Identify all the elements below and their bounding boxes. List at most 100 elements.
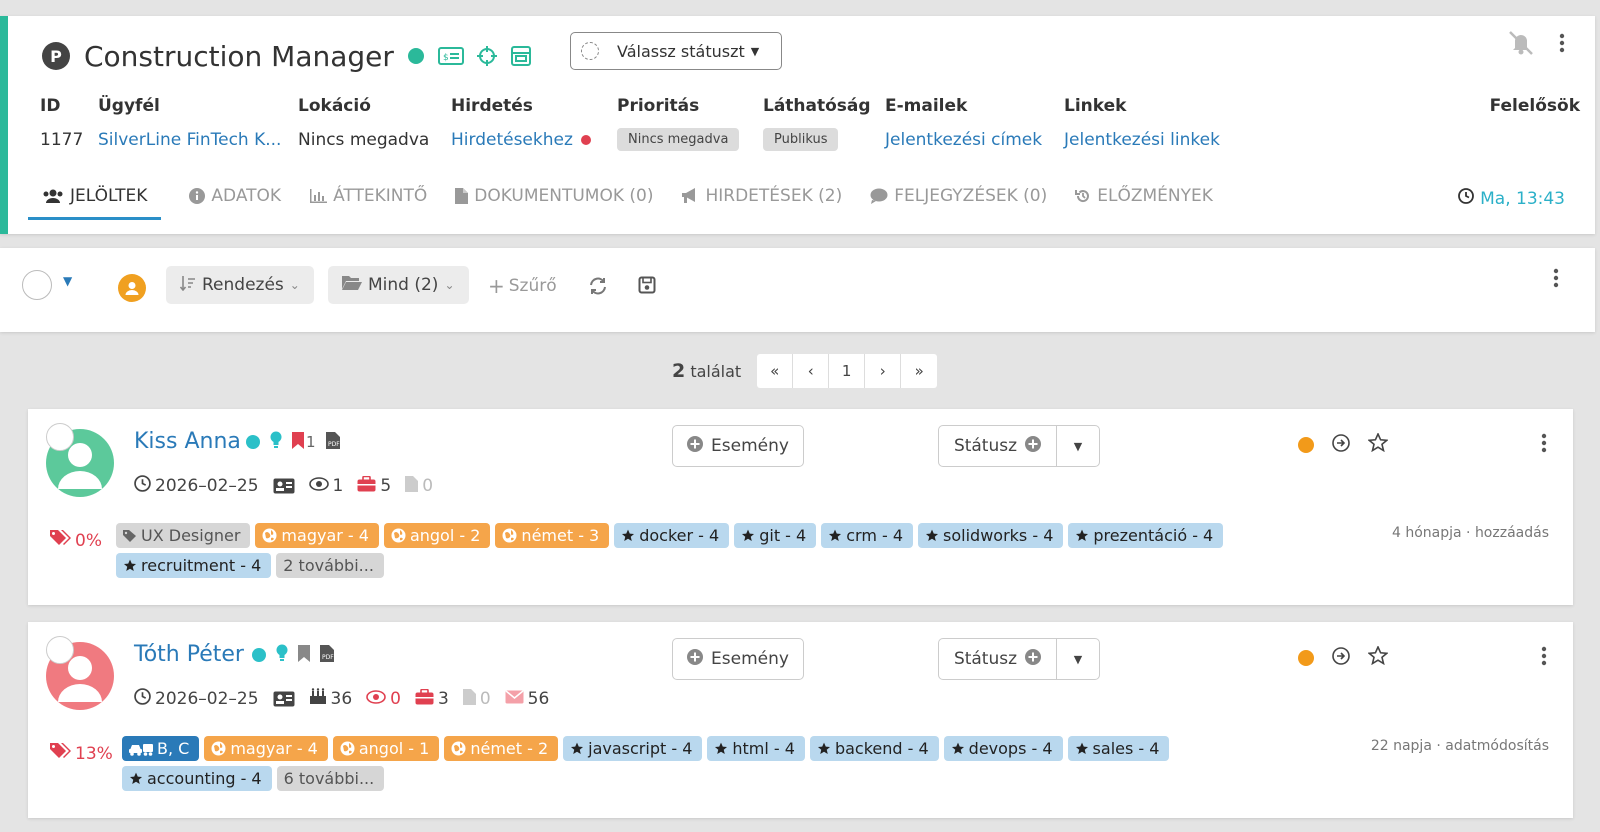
- status-dropdown-caret-icon[interactable]: ▼: [1057, 639, 1099, 679]
- project-badge: P: [42, 42, 70, 70]
- pdf-icon[interactable]: PDF: [320, 644, 334, 666]
- skill-tag[interactable]: B, C: [122, 736, 200, 761]
- skill-tag[interactable]: sales - 4: [1067, 736, 1170, 761]
- sort-button[interactable]: Rendezés ⌄: [166, 266, 314, 304]
- star-icon: [828, 529, 842, 542]
- crosshair-icon[interactable]: [476, 45, 498, 67]
- visibility-pill[interactable]: Publikus: [763, 128, 839, 151]
- tab-history[interactable]: ELŐZMÉNYEK: [1075, 176, 1213, 216]
- plus-icon: +: [488, 274, 505, 298]
- skill-tag[interactable]: html - 4: [707, 736, 805, 761]
- candidate-name[interactable]: Kiss Anna: [134, 429, 241, 454]
- toolbar-more-icon[interactable]: [1553, 268, 1559, 292]
- job-header-card: P Construction Manager $ Válassz státusz…: [0, 16, 1595, 234]
- refresh-button[interactable]: [588, 276, 608, 301]
- candidate-name[interactable]: Tóth Péter: [134, 642, 244, 667]
- priority-dot[interactable]: [1298, 649, 1314, 666]
- last-page-button[interactable]: »: [901, 354, 937, 388]
- add-filter-button[interactable]: + Szűrő: [488, 274, 557, 298]
- priority-dot[interactable]: [1298, 436, 1314, 453]
- info-location: Lokáció Nincs megadva: [298, 96, 430, 150]
- star-outline-icon[interactable]: [1367, 645, 1389, 669]
- skill-tag[interactable]: devops - 4: [943, 736, 1063, 761]
- status-dropdown-caret-icon[interactable]: ▼: [1057, 426, 1099, 466]
- skill-tag[interactable]: magyar - 4: [255, 523, 379, 548]
- form-icon[interactable]: [510, 45, 532, 67]
- more-vertical-icon[interactable]: [1559, 33, 1565, 57]
- tab-candidates[interactable]: JELÖLTEK: [28, 176, 162, 220]
- globe-icon: [340, 741, 355, 756]
- arrow-right-circle-icon[interactable]: [1332, 433, 1350, 456]
- arrow-right-circle-icon[interactable]: [1332, 646, 1350, 669]
- skill-tag[interactable]: UX Designer: [116, 523, 251, 548]
- lightbulb-icon[interactable]: [276, 644, 288, 666]
- skill-tag[interactable]: 6 további...: [276, 766, 385, 791]
- skill-tag[interactable]: angol - 1: [332, 736, 440, 761]
- tab-overview[interactable]: ÁTTEKINTŐ: [309, 176, 427, 216]
- globe-icon: [391, 528, 406, 543]
- salary-card-icon[interactable]: $: [437, 46, 464, 66]
- skill-tag[interactable]: német - 3: [495, 523, 610, 548]
- bell-slash-icon[interactable]: [1507, 30, 1535, 60]
- tab-notes[interactable]: FELJEGYZÉSEK (0): [870, 176, 1047, 216]
- status-button[interactable]: Státusz: [939, 639, 1057, 679]
- flag-count[interactable]: 1: [292, 431, 316, 453]
- id-card-icon[interactable]: [273, 691, 295, 707]
- status-select[interactable]: Válassz státuszt ▼: [570, 32, 782, 70]
- candidate-select-checkbox[interactable]: [46, 636, 74, 664]
- select-all-checkbox[interactable]: [22, 270, 52, 300]
- refresh-icon: [588, 276, 608, 301]
- skill-tag[interactable]: magyar - 4: [204, 736, 328, 761]
- add-event-button[interactable]: Esemény: [672, 638, 804, 680]
- folder-filter-button[interactable]: Mind (2) ⌄: [328, 266, 469, 304]
- skill-tag[interactable]: német - 2: [444, 736, 559, 761]
- skill-tag[interactable]: git - 4: [734, 523, 817, 548]
- plus-circle-icon: [1025, 648, 1042, 670]
- info-id: ID 1177: [40, 96, 84, 150]
- id-card-icon[interactable]: [273, 478, 295, 494]
- next-page-button[interactable]: ›: [865, 354, 902, 388]
- skill-tag-label: 2 további...: [283, 556, 374, 575]
- candidate-timestamp: 22 napja · adatmódosítás: [1370, 738, 1549, 754]
- caret-down-icon: ▼: [750, 44, 760, 58]
- select-dropdown-caret-icon[interactable]: ▼: [63, 274, 72, 288]
- emails-link[interactable]: Jelentkezési címek: [885, 130, 1042, 150]
- skill-tag[interactable]: javascript - 4: [563, 736, 703, 761]
- skill-tag[interactable]: crm - 4: [821, 523, 914, 548]
- client-link[interactable]: SilverLine FinTech K...: [98, 130, 281, 150]
- skill-tag[interactable]: angol - 2: [383, 523, 491, 548]
- star-icon: [570, 742, 584, 755]
- prev-page-button[interactable]: ‹: [793, 354, 830, 388]
- skill-tag[interactable]: recruitment - 4: [116, 553, 272, 578]
- tab-data[interactable]: ADATOK: [189, 176, 281, 216]
- eye-icon: [366, 689, 386, 709]
- pdf-icon[interactable]: PDF: [325, 431, 340, 453]
- user-filter-avatar-icon[interactable]: [118, 274, 146, 302]
- bookmark-icon[interactable]: [298, 644, 310, 666]
- candidate-more-icon[interactable]: [1541, 646, 1547, 670]
- candidate-more-icon[interactable]: [1541, 433, 1547, 457]
- current-page-button[interactable]: 1: [829, 354, 866, 388]
- tab-documents[interactable]: DOKUMENTUMOK (0): [455, 176, 653, 216]
- priority-pill[interactable]: Nincs megadva: [617, 128, 740, 151]
- links-link[interactable]: Jelentkezési linkek: [1064, 130, 1220, 150]
- candidate-select-checkbox[interactable]: [46, 423, 74, 451]
- info-ad: Hirdetés Hirdetésekhez: [451, 96, 591, 150]
- skill-tag-label: angol - 2: [409, 526, 481, 545]
- skill-tag[interactable]: solidworks - 4: [918, 523, 1064, 548]
- tab-ads[interactable]: HIRDETÉSEK (2): [681, 176, 842, 216]
- skill-tag[interactable]: backend - 4: [809, 736, 939, 761]
- status-button[interactable]: Státusz: [939, 426, 1057, 466]
- save-filter-button[interactable]: [638, 276, 656, 299]
- ads-link[interactable]: Hirdetésekhez: [451, 130, 591, 150]
- candidate-card: Tóth Péter PDF 2026–02–25 36 0 3 0 56 Es…: [28, 622, 1573, 818]
- skill-tag[interactable]: 2 további...: [276, 553, 384, 578]
- skill-tag[interactable]: prezentáció - 4: [1068, 523, 1224, 548]
- skill-tag[interactable]: accounting - 4: [122, 766, 272, 791]
- clock-icon: [134, 475, 151, 497]
- first-page-button[interactable]: «: [757, 354, 794, 388]
- skill-tag[interactable]: docker - 4: [614, 523, 730, 548]
- add-event-button[interactable]: Esemény: [672, 425, 804, 467]
- lightbulb-icon[interactable]: [270, 431, 282, 453]
- star-outline-icon[interactable]: [1367, 432, 1389, 456]
